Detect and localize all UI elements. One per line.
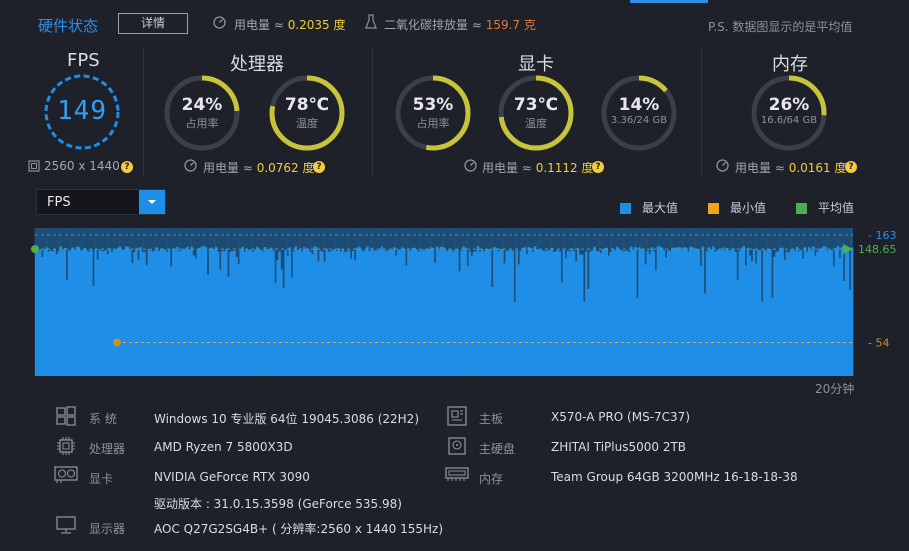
gpu-temp-value: 73℃: [513, 95, 559, 115]
mem-power-icon: [716, 159, 729, 172]
chart-metric-selected: FPS: [47, 195, 71, 210]
gpu-value: NVIDIA GeForce RTX 3090: [154, 470, 310, 484]
display-label: 显示器: [89, 522, 126, 536]
cpu-usage-value: 24%: [181, 95, 223, 115]
chevron-down-icon: [148, 200, 156, 204]
disk-value: ZHITAI TiPlus5000 2TB: [551, 440, 687, 454]
cpu-power-label: 用电量 ≈: [203, 161, 257, 175]
board-label: 主板: [479, 412, 504, 426]
gpu-usage-label: 占用率: [416, 117, 450, 130]
total-power-value: 0.2035 度: [287, 18, 346, 32]
cpu-value: AMD Ryzen 7 5800X3D: [154, 440, 293, 454]
cpu-usage-label: 占用率: [185, 117, 219, 130]
fps-chart: - 163 148.65 - 54: [31, 228, 897, 376]
resolution-help-icon[interactable]: ?: [121, 161, 133, 173]
ram-label: 内存: [479, 472, 504, 486]
min-marker: [113, 338, 121, 347]
disk-label: 主硬盘: [479, 442, 516, 456]
legend-min-label: 最小值: [730, 201, 767, 215]
chart-duration: 20分钟: [815, 382, 855, 396]
chart-metric-select[interactable]: FPS: [36, 189, 166, 215]
fps-value: 149: [57, 96, 107, 126]
gpu-label: 显卡: [89, 472, 114, 486]
monitor-icon: [56, 516, 76, 534]
ram-value: Team Group 64GB 3200MHz 16-18-18-38: [551, 470, 798, 484]
os-label: 系 统: [89, 412, 117, 426]
mem-usage-value: 26%: [768, 95, 810, 115]
power-meter-icon: [213, 16, 226, 29]
co2-flask-icon: [365, 14, 377, 29]
cpu-power-icon: [184, 159, 197, 172]
co2-label: 二氧化碳排放量 ≈: [384, 18, 486, 32]
gpu-title: 显卡: [518, 54, 554, 75]
avg-label: 148.65: [858, 243, 897, 256]
total-power-label: 用电量 ≈: [234, 18, 288, 32]
gpu-power-help-icon[interactable]: ?: [592, 161, 604, 173]
top-bar: 硬件状态 详情 用电量 ≈ 0.2035 度 二氧化碳排放量 ≈ 159.7 克…: [0, 0, 909, 44]
gpu-power-icon: [464, 159, 477, 172]
cpu-power-help-icon[interactable]: ?: [313, 161, 325, 173]
legend-min: 最小值: [708, 199, 766, 216]
mem-power-value: 0.0161 度: [788, 161, 847, 175]
min-label: - 54: [868, 336, 889, 349]
chart-bar: [850, 247, 854, 376]
cpu-chip-icon: [57, 437, 75, 455]
mem-power-label: 用电量 ≈: [735, 161, 789, 175]
legend-avg: 平均值: [796, 199, 854, 216]
windows-icon: [56, 406, 76, 426]
co2-value: 159.7 克: [485, 18, 536, 32]
legend-max-label: 最大值: [642, 201, 679, 215]
fps-title: FPS: [67, 50, 100, 71]
motherboard-icon: [447, 406, 467, 426]
cpu-temp-label: 温度: [296, 117, 318, 130]
resolution-icon: [28, 160, 40, 172]
mem-power-help-icon[interactable]: ?: [845, 161, 857, 173]
cpu-title: 处理器: [230, 54, 284, 75]
gpu-usage-value: 53%: [412, 95, 454, 115]
cpu-temp-value: 78℃: [284, 95, 330, 115]
avg-start-marker: [31, 245, 39, 254]
legend-avg-label: 平均值: [818, 201, 855, 215]
hard-disk-icon: [448, 437, 466, 455]
detail-button[interactable]: 详情: [118, 13, 188, 34]
cpu-label: 处理器: [89, 442, 126, 456]
mem-title: 内存: [772, 54, 808, 75]
average-note: P.S. 数据图显示的是平均值: [708, 20, 853, 34]
ram-stick-icon: [445, 467, 469, 481]
resolution-text: 2560 x 1440: [44, 159, 120, 173]
board-value: X570-A PRO (MS-7C37): [551, 410, 690, 424]
legend-max: 最大值: [620, 199, 678, 216]
page-title: 硬件状态: [38, 17, 99, 35]
gpu-temp-label: 温度: [525, 117, 547, 130]
active-tab-indicator: [630, 0, 708, 3]
os-value: Windows 10 专业版 64位 19045.3086 (22H2): [154, 412, 419, 426]
gpu-card-icon: [54, 466, 78, 483]
gpu-driver-value: 驱动版本 : 31.0.15.3598 (GeForce 535.98): [154, 497, 402, 511]
cpu-power-value: 0.0762 度: [256, 161, 315, 175]
mem-usage-detail: 16.6/64 GB: [760, 115, 818, 126]
dropdown-arrow[interactable]: [139, 190, 165, 214]
max-label: - 163: [868, 229, 896, 242]
display-value: AOC Q27G2SG4B+ ( 分辨率:2560 x 1440 155Hz): [154, 522, 444, 536]
gpu-power-label: 用电量 ≈: [482, 161, 536, 175]
gpu-vram-detail: 3.36/24 GB: [610, 115, 668, 126]
gpu-power-value: 0.1112 度: [535, 161, 594, 175]
gpu-vram-value: 14%: [618, 95, 660, 115]
